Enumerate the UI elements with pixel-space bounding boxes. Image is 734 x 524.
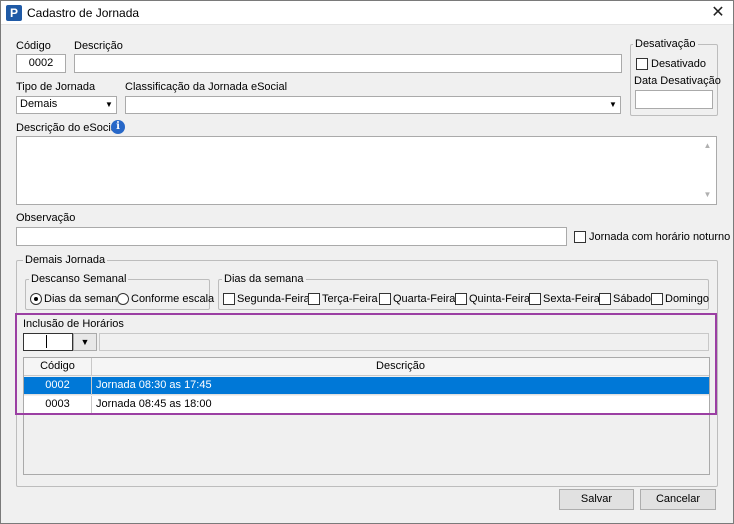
radio-conforme-escala[interactable] bbox=[117, 293, 129, 305]
classificacao-select[interactable]: ▼ bbox=[125, 96, 621, 114]
info-icon[interactable]: i bbox=[111, 120, 125, 134]
radio-dias-semana[interactable] bbox=[30, 293, 42, 305]
radio-conforme-escala-label: Conforme escala bbox=[131, 293, 215, 305]
label-terca: Terça-Feira bbox=[322, 293, 378, 305]
descricao-label: Descrição bbox=[74, 40, 123, 52]
desativacao-legend: Desativação bbox=[633, 38, 698, 50]
observacao-field[interactable] bbox=[16, 227, 567, 246]
descricao-esocial-textarea[interactable]: ▲ ▼ bbox=[16, 136, 717, 205]
scroll-down-icon[interactable]: ▼ bbox=[699, 188, 716, 202]
label-sexta: Sexta-Feira bbox=[543, 293, 600, 305]
title-bar: P Cadastro de Jornada ✕ bbox=[1, 1, 733, 25]
chevron-down-icon: ▼ bbox=[105, 100, 113, 109]
tipo-jornada-value: Demais bbox=[20, 98, 58, 110]
salvar-button[interactable]: Salvar bbox=[559, 489, 634, 510]
tipo-jornada-select[interactable]: Demais ▼ bbox=[16, 96, 117, 114]
dias-semana-group: Dias da semana Segunda-Feira Terça-Feira… bbox=[218, 273, 710, 310]
checkbox-quarta[interactable] bbox=[379, 293, 391, 305]
chevron-down-icon: ▼ bbox=[609, 100, 617, 109]
label-segunda: Segunda-Feira bbox=[237, 293, 310, 305]
observacao-label: Observação bbox=[16, 212, 76, 224]
desativado-checkbox[interactable] bbox=[636, 58, 648, 70]
noturno-checkbox[interactable] bbox=[574, 231, 586, 243]
descanso-semanal-group: Descanso Semanal Dias da semana Conforme… bbox=[25, 273, 214, 310]
descanso-semanal-legend: Descanso Semanal bbox=[29, 273, 129, 285]
noturno-label: Jornada com horário noturno bbox=[589, 231, 731, 243]
dias-semana-legend: Dias da semana bbox=[222, 273, 306, 285]
window-title: Cadastro de Jornada bbox=[27, 6, 140, 20]
checkbox-domingo[interactable] bbox=[651, 293, 663, 305]
checkbox-terca[interactable] bbox=[308, 293, 320, 305]
checkbox-sexta[interactable] bbox=[529, 293, 541, 305]
checkbox-quinta[interactable] bbox=[455, 293, 467, 305]
tipo-jornada-label: Tipo de Jornada bbox=[16, 81, 96, 93]
classificacao-label: Classificação da Jornada eSocial bbox=[125, 81, 288, 93]
label-quarta: Quarta-Feira bbox=[393, 293, 456, 305]
codigo-field[interactable]: 0002 bbox=[16, 54, 66, 73]
demais-jornada-legend: Demais Jornada bbox=[23, 254, 108, 266]
highlight-annotation bbox=[15, 313, 717, 415]
data-desativacao-field[interactable] bbox=[635, 90, 713, 109]
scroll-up-icon[interactable]: ▲ bbox=[699, 139, 716, 153]
label-quinta: Quinta-Feira bbox=[469, 293, 531, 305]
codigo-label: Código bbox=[16, 40, 51, 52]
data-desativacao-label: Data Desativação bbox=[634, 75, 721, 87]
checkbox-segunda[interactable] bbox=[223, 293, 235, 305]
close-icon[interactable]: ✕ bbox=[707, 3, 729, 23]
radio-dias-semana-label: Dias da semana bbox=[44, 293, 124, 305]
label-domingo: Domingo bbox=[665, 293, 710, 305]
label-sabado: Sábado bbox=[613, 293, 651, 305]
cancelar-button[interactable]: Cancelar bbox=[640, 489, 716, 510]
dialog-window: P Cadastro de Jornada ✕ Código 0002 Desc… bbox=[0, 0, 734, 524]
desativacao-group: Desativação Desativado Data Desativação bbox=[630, 38, 721, 116]
descricao-esocial-label: Descrição do eSocial bbox=[16, 122, 120, 134]
desativado-label: Desativado bbox=[651, 58, 707, 70]
esocial-scrollbar[interactable]: ▲ ▼ bbox=[699, 137, 716, 204]
descricao-field[interactable] bbox=[74, 54, 622, 73]
checkbox-sabado[interactable] bbox=[599, 293, 611, 305]
app-logo-icon: P bbox=[6, 5, 22, 21]
